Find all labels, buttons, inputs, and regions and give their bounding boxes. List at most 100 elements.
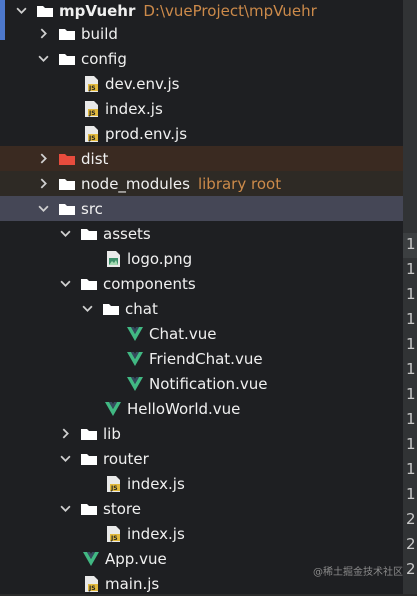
source-folder-icon (58, 200, 76, 218)
project-path: D:\vueProject\mpVuehr (143, 1, 317, 20)
folder-icon (58, 25, 76, 43)
image-file-icon (104, 250, 122, 268)
tree-row-project-root[interactable]: mpVuehr D:\vueProject\mpVuehr (0, 0, 403, 23)
library-root-hint: library root (197, 174, 282, 193)
gutter-line-number: 1 (406, 335, 416, 353)
js-file-icon: JS (104, 475, 122, 493)
chevron-right-icon[interactable] (58, 427, 72, 441)
watermark: @稀土掘金技术社区 (313, 567, 403, 578)
folder-icon (80, 225, 98, 243)
chevron-down-icon[interactable] (80, 302, 94, 316)
tree-row-router-index[interactable]: JS index.js (0, 471, 403, 496)
folder-label: lib (103, 424, 121, 443)
chevron-down-icon[interactable] (36, 52, 50, 66)
gutter-line-number: 1 (406, 285, 416, 303)
tree-row-helloworld-vue[interactable]: HelloWorld.vue (0, 396, 403, 421)
svg-text:JS: JS (88, 85, 96, 92)
tree-row-friendchat-vue[interactable]: FriendChat.vue (0, 346, 403, 371)
chevron-down-icon[interactable] (58, 227, 72, 241)
folder-label: src (81, 199, 103, 218)
gutter-line-number: 2 (406, 510, 416, 528)
js-file-icon: JS (82, 125, 100, 143)
tree-row-chat[interactable]: chat (0, 296, 403, 321)
folder-label: chat (125, 299, 158, 318)
folder-icon (80, 275, 98, 293)
js-file-icon: JS (82, 100, 100, 118)
file-label: App.vue (105, 549, 167, 568)
js-file-icon: JS (82, 75, 100, 93)
tree-row-prod-env[interactable]: JS prod.env.js (0, 121, 403, 146)
folder-label: config (81, 49, 127, 68)
folder-label: router (103, 449, 149, 468)
tree-row-src[interactable]: src (0, 196, 403, 221)
chevron-right-icon[interactable] (36, 177, 50, 191)
gutter-line-number: 1 (406, 435, 416, 453)
file-label: dev.env.js (105, 74, 180, 93)
chevron-down-icon[interactable] (14, 4, 28, 18)
chevron-right-icon[interactable] (36, 27, 50, 41)
js-file-icon: JS (82, 575, 100, 593)
vue-file-icon (82, 550, 100, 568)
tree-row-assets[interactable]: assets (0, 221, 403, 246)
svg-text:JS: JS (110, 535, 118, 542)
file-label: index.js (127, 524, 185, 543)
folder-icon (58, 175, 76, 193)
file-label: FriendChat.vue (149, 349, 263, 368)
svg-text:JS: JS (110, 485, 118, 492)
tree-row-store-index[interactable]: JS index.js (0, 521, 403, 546)
gutter-line-number: 1 (406, 310, 416, 328)
gutter-line-number: 1 (406, 385, 416, 403)
excluded-folder-icon (58, 150, 76, 168)
file-label: index.js (127, 474, 185, 493)
folder-icon (58, 50, 76, 68)
project-name: mpVuehr (59, 1, 136, 20)
folder-icon (36, 2, 54, 20)
folder-label: build (81, 24, 118, 43)
js-file-icon: JS (104, 525, 122, 543)
vue-file-icon (126, 375, 144, 393)
file-label: prod.env.js (105, 124, 188, 143)
chevron-down-icon[interactable] (58, 452, 72, 466)
tree-row-build[interactable]: build (0, 21, 403, 46)
folder-label: store (103, 499, 141, 518)
gutter-line-number: 2 (406, 560, 416, 578)
svg-text:JS: JS (88, 585, 96, 592)
tree-row-config[interactable]: config (0, 46, 403, 71)
svg-text:JS: JS (88, 135, 96, 142)
folder-icon (80, 500, 98, 518)
tree-row-node-modules[interactable]: node_modules library root (0, 171, 403, 196)
gutter-line-number: 1 (406, 360, 416, 378)
folder-label: dist (81, 149, 109, 168)
folder-label: assets (103, 224, 151, 243)
file-label: HelloWorld.vue (127, 399, 241, 418)
chevron-down-icon[interactable] (58, 277, 72, 291)
folder-label: node_modules (81, 174, 190, 193)
chevron-down-icon[interactable] (58, 502, 72, 516)
file-label: index.js (105, 99, 163, 118)
chevron-down-icon[interactable] (36, 202, 50, 216)
gutter-line-number: 1 (406, 485, 416, 503)
gutter-line-number: 1 (406, 235, 416, 253)
tree-row-components[interactable]: components (0, 271, 403, 296)
chevron-right-icon[interactable] (36, 152, 50, 166)
tree-row-logo[interactable]: logo.png (0, 246, 403, 271)
tree-row-chat-vue[interactable]: Chat.vue (0, 321, 403, 346)
tree-row-notification-vue[interactable]: Notification.vue (0, 371, 403, 396)
tree-row-dist[interactable]: dist (0, 146, 403, 171)
file-label: logo.png (127, 249, 193, 268)
folder-icon (80, 425, 98, 443)
svg-text:JS: JS (88, 110, 96, 117)
gutter-line-number: 1 (406, 260, 416, 278)
vue-file-icon (126, 325, 144, 343)
tree-row-store[interactable]: store (0, 496, 403, 521)
tree-row-dev-env[interactable]: JS dev.env.js (0, 71, 403, 96)
gutter-line-number: 1 (406, 410, 416, 428)
folder-icon (80, 450, 98, 468)
gutter-line-number: 1 (406, 460, 416, 478)
tree-row-config-index[interactable]: JS index.js (0, 96, 403, 121)
vue-file-icon (126, 350, 144, 368)
gutter-line-number: 2 (406, 535, 416, 553)
tree-row-router[interactable]: router (0, 446, 403, 471)
tree-row-lib[interactable]: lib (0, 421, 403, 446)
folder-icon (102, 300, 120, 318)
